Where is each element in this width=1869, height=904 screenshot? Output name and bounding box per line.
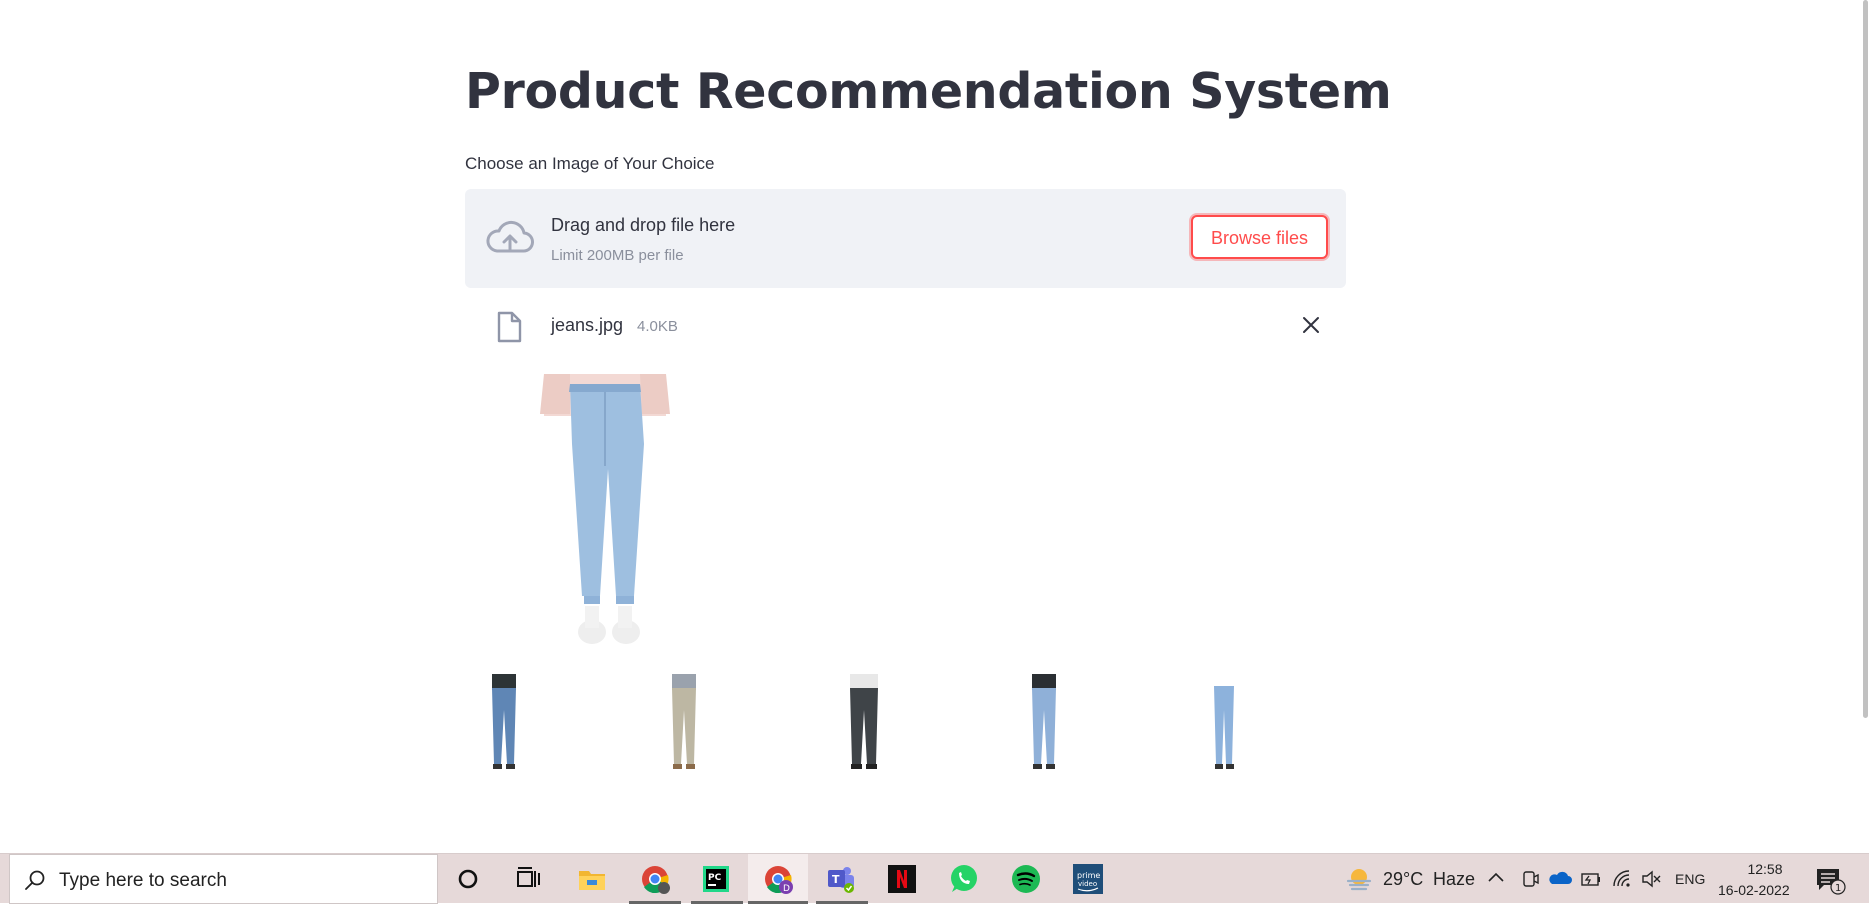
clock-date[interactable]: 16-02-2022 <box>1718 882 1790 898</box>
file-explorer-icon[interactable] <box>576 863 608 895</box>
chrome-profile-icon[interactable]: D <box>762 863 794 895</box>
windows-taskbar: Type here to search PC D T prime video 2… <box>0 853 1869 904</box>
scrollbar-thumb[interactable] <box>1863 0 1868 718</box>
language-indicator[interactable]: ENG <box>1675 871 1705 887</box>
cloud-upload-icon <box>486 220 534 253</box>
weather-haze-icon[interactable] <box>1343 863 1375 895</box>
battery-icon[interactable] <box>1580 868 1602 890</box>
file-dropzone[interactable]: Drag and drop file here Limit 200MB per … <box>465 189 1346 288</box>
meet-now-icon[interactable] <box>1521 868 1541 890</box>
close-icon[interactable] <box>1301 315 1321 335</box>
streamlit-app: Product Recommendation System Choose an … <box>0 0 1869 853</box>
spotify-icon[interactable] <box>1010 863 1042 895</box>
weather-temperature[interactable]: 29°C <box>1383 869 1423 890</box>
file-icon <box>497 311 522 343</box>
chrome-icon[interactable] <box>639 863 671 895</box>
uploaded-file-size: 4.0KB <box>637 318 678 335</box>
whatsapp-icon[interactable] <box>948 863 980 895</box>
dropzone-limit: Limit 200MB per file <box>551 247 684 264</box>
recommendation-image <box>1194 674 1254 774</box>
recommendation-image <box>1014 674 1074 774</box>
task-view-icon[interactable] <box>512 863 544 895</box>
notification-center-icon[interactable]: 1 <box>1814 866 1848 896</box>
notification-count: 1 <box>1835 883 1841 894</box>
teams-icon[interactable]: T <box>825 863 857 895</box>
svg-text:T: T <box>832 873 840 886</box>
svg-text:D: D <box>783 884 790 894</box>
onedrive-icon[interactable] <box>1548 868 1572 888</box>
recommendation-image <box>474 674 534 774</box>
prime-video-icon[interactable]: prime video <box>1072 863 1104 895</box>
wifi-icon[interactable] <box>1611 868 1633 890</box>
recommendation-image <box>834 674 894 774</box>
netflix-icon[interactable] <box>886 863 918 895</box>
taskbar-search[interactable]: Type here to search <box>9 854 438 904</box>
uploaded-image <box>530 374 680 659</box>
search-placeholder: Type here to search <box>59 870 227 891</box>
uploaded-file-name: jeans.jpg <box>551 315 624 335</box>
clock-time[interactable]: 12:58 <box>1740 861 1790 877</box>
volume-muted-icon[interactable] <box>1640 868 1662 890</box>
svg-text:prime: prime <box>1077 871 1100 880</box>
dropzone-title: Drag and drop file here <box>551 215 736 235</box>
pycharm-icon[interactable]: PC <box>700 863 732 895</box>
uploader-label: Choose an Image of Your Choice <box>465 154 715 173</box>
weather-condition[interactable]: Haze <box>1433 869 1475 890</box>
svg-text:PC: PC <box>708 873 722 883</box>
uploaded-file-row: jeans.jpg 4.0KB <box>465 305 1346 345</box>
chevron-up-icon[interactable] <box>1485 867 1507 889</box>
search-icon <box>25 870 45 890</box>
browse-files-button[interactable]: Browse files <box>1191 215 1328 259</box>
svg-text:video: video <box>1078 880 1097 888</box>
recommendation-image <box>654 674 714 774</box>
cortana-icon[interactable] <box>452 863 484 895</box>
page-title: Product Recommendation System <box>465 63 1392 120</box>
